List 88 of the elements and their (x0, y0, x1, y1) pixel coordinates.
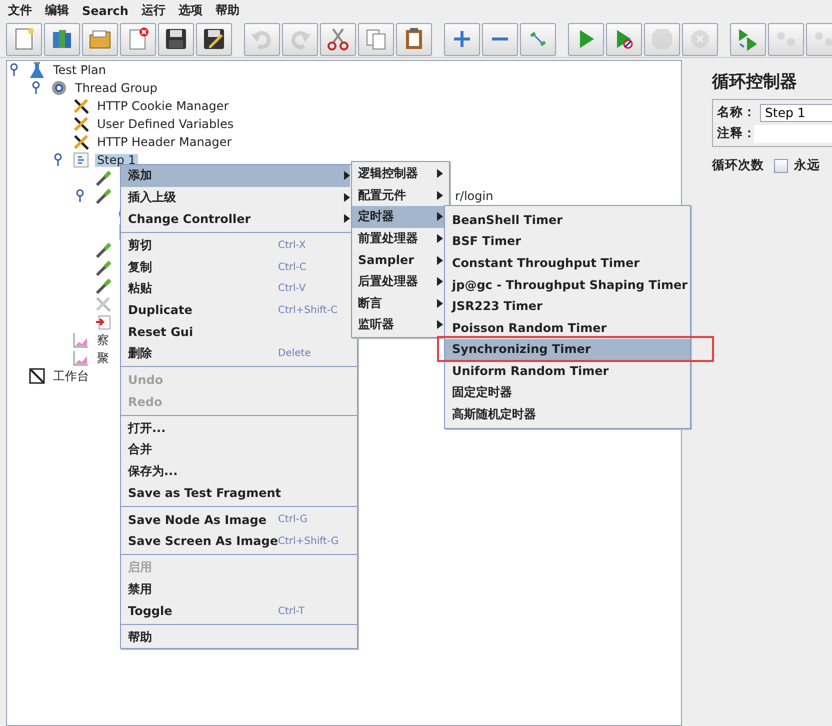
menu-item[interactable]: 剪切 Ctrl-X (121, 234, 350, 256)
panel-title: 循环控制器 (712, 71, 798, 93)
menu-item[interactable]: Change Controller (121, 208, 350, 230)
pipette-icon (95, 278, 111, 294)
tree-node[interactable]: Step 1 (95, 154, 138, 166)
menu-item[interactable]: Duplicate Ctrl+Shift-C (121, 300, 350, 322)
menu-item[interactable]: 插入上级 (121, 186, 350, 208)
menu-item[interactable]: Toggle Ctrl-T (121, 600, 350, 622)
submenu-arrow-icon (437, 212, 443, 222)
tools-icon (73, 116, 89, 132)
floppy-icon (163, 26, 189, 52)
tree-node[interactable]: User Defined Variables (95, 118, 236, 130)
menu-item[interactable]: Save Screen As ImageCtrl+Shift-G (121, 530, 350, 552)
stop-sign-icon (649, 26, 675, 52)
submenu-arrow-icon (437, 320, 443, 330)
menu-item[interactable]: Save Node As Image Ctrl-G (121, 508, 350, 530)
menu-item[interactable]: 固定定时器 (445, 382, 690, 404)
menu-item[interactable]: 编辑 (45, 2, 69, 19)
toolbar-button[interactable] (320, 22, 356, 56)
menu-item[interactable]: 帮助 (215, 2, 240, 19)
submenu-arrow-icon (437, 256, 443, 265)
menu-item[interactable]: 打开... (121, 418, 350, 440)
menu-item[interactable]: 高斯随机定时器 (445, 403, 690, 425)
minus-icon (492, 37, 508, 41)
chart-icon (73, 332, 89, 348)
tree-node[interactable]: HTTP Cookie Manager (95, 100, 231, 112)
menu-item[interactable]: 添加 (121, 165, 350, 187)
workbench-icon (29, 368, 45, 384)
menu-item[interactable]: Save as Test Fragment (121, 482, 350, 504)
tree-node[interactable]: Test Plan (51, 64, 108, 76)
menu-item[interactable]: 逻辑控制器 (352, 163, 449, 185)
menu-item[interactable]: 禁用 (121, 578, 350, 600)
menu-item[interactable]: jp@gc - Throughput Shaping Timer (445, 274, 690, 296)
toolbar-button[interactable] (396, 22, 432, 56)
submenu-arrow-icon (437, 298, 443, 308)
toolbar-button[interactable] (44, 22, 80, 56)
menu-item[interactable]: 运行 (141, 2, 166, 19)
toolbar-button[interactable] (196, 22, 232, 56)
controller-icon (73, 152, 89, 168)
tree-node[interactable]: r/login (453, 190, 496, 202)
plus-icon (454, 31, 470, 47)
menu-item[interactable]: 文件 (8, 2, 32, 19)
menu-item[interactable]: 合并 (121, 439, 350, 461)
tree-node[interactable]: 察 (95, 334, 111, 346)
gear-icon (51, 80, 67, 96)
pipette-icon (95, 242, 111, 258)
menu-item[interactable]: 帮助 (121, 626, 350, 648)
field-label: 名称： (717, 104, 756, 121)
checkbox-label: 永远 (794, 157, 820, 174)
toolbar-button[interactable] (158, 22, 194, 56)
menu-item[interactable]: 粘贴 Ctrl-V (121, 278, 350, 300)
menu-item[interactable]: Search (82, 4, 128, 18)
pipette-icon (95, 188, 111, 204)
tree-node[interactable]: HTTP Header Manager (95, 136, 234, 148)
menu-item[interactable]: Poisson Random Timer (445, 316, 690, 339)
tools-icon (73, 98, 89, 114)
checkbox[interactable] (774, 158, 788, 172)
submenu-arrow-icon (437, 169, 443, 178)
submenu-arrow-icon (437, 190, 443, 200)
menu-item[interactable]: Reset Gui (121, 321, 350, 343)
flask-icon (29, 62, 45, 78)
menu-item[interactable]: 保存为... (121, 460, 350, 482)
tools-icon (73, 134, 89, 150)
tools-icon (95, 296, 111, 312)
floppy-pencil-icon (201, 26, 227, 52)
menu-item[interactable]: Constant Throughput Timer (445, 252, 690, 274)
submenu-arrow-icon (437, 234, 443, 244)
pipette-icon (95, 170, 111, 186)
menu-item[interactable]: 删除 Delete (121, 342, 350, 364)
submenu-arrow-icon (437, 277, 443, 286)
page-arrow-icon (95, 314, 111, 330)
chart-icon (73, 350, 89, 366)
field-label: 注释： (717, 125, 756, 142)
menu-item[interactable]: 配置元件 (352, 184, 449, 206)
toolbar-button[interactable] (606, 22, 642, 56)
name-field[interactable]: Step 1 (760, 104, 832, 122)
menu-item[interactable]: 选项 (178, 2, 202, 19)
tree-node[interactable]: Thread Group (73, 82, 160, 94)
scissors-icon (325, 26, 351, 52)
menu-item[interactable]: 复制 Ctrl-C (121, 256, 350, 278)
field-label: 循环次数 (712, 157, 764, 174)
pipette-icon (95, 260, 111, 276)
tree-node[interactable]: 工作台 (51, 370, 91, 382)
menu-item[interactable]: JSR223 Timer (445, 295, 690, 317)
menu-item[interactable]: Uniform Random Timer (445, 360, 690, 382)
menu-item[interactable]: BSF Timer (445, 230, 690, 252)
tree-node[interactable]: 聚 (95, 352, 111, 364)
menu-item[interactable]: Synchronizing Timer (445, 338, 690, 360)
